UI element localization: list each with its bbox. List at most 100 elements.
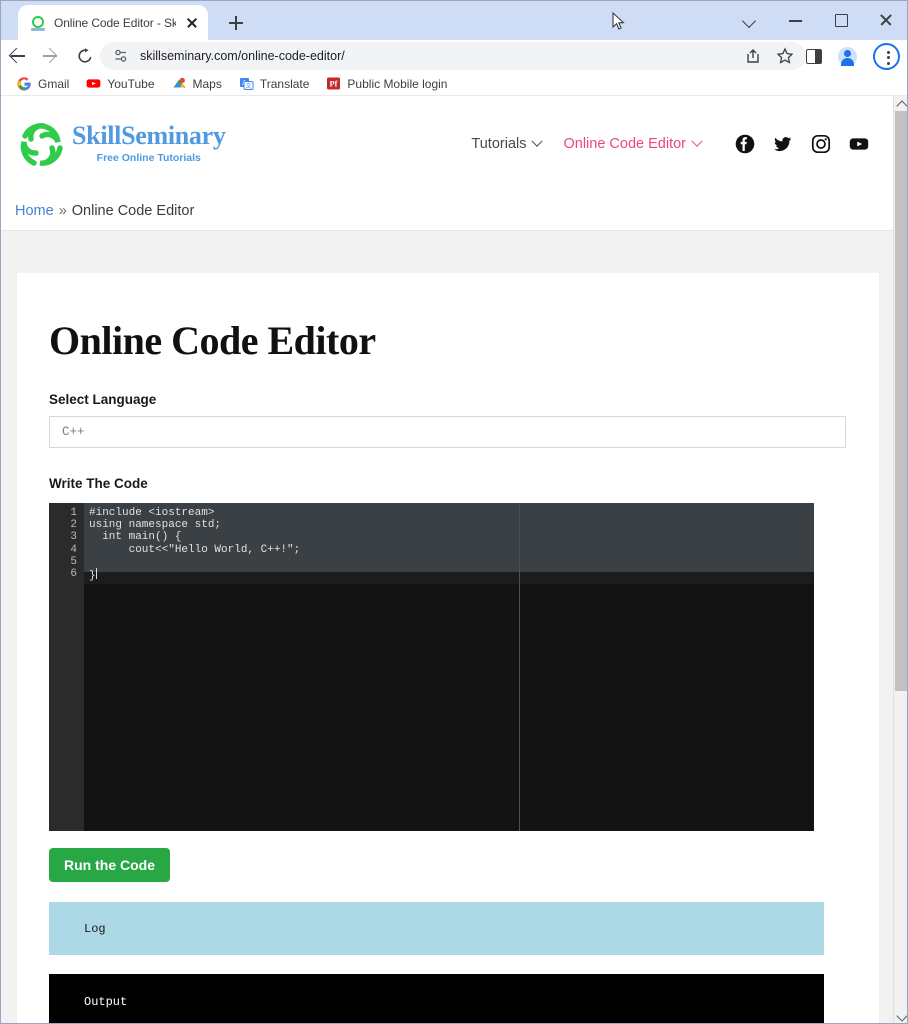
nav-item-tutorials[interactable]: Tutorials: [471, 136, 541, 152]
editor-line: 2using namespace std;: [49, 519, 814, 531]
gmail-icon: [17, 76, 32, 91]
log-text: Log: [84, 922, 106, 936]
page-scrollbar[interactable]: [893, 96, 908, 1024]
new-tab-button[interactable]: [222, 9, 250, 37]
side-panel-icon[interactable]: [806, 49, 822, 64]
breadcrumb: Home » Online Code Editor: [0, 191, 893, 231]
svg-text:Pf: Pf: [330, 80, 338, 89]
log-panel: Log: [49, 902, 824, 955]
nav-item-online-code-editor[interactable]: Online Code Editor: [563, 136, 701, 152]
forward-icon[interactable]: [34, 40, 68, 72]
bookmark-youtube[interactable]: YouTube: [79, 74, 161, 93]
youtube-icon: [86, 76, 101, 91]
browser-tab[interactable]: Online Code Editor - Skill Semin: [18, 5, 208, 40]
social-links: [735, 134, 869, 154]
bookmark-public-mobile[interactable]: Pf Public Mobile login: [319, 74, 454, 93]
nav-label: Online Code Editor: [563, 136, 686, 152]
close-icon[interactable]: [184, 15, 200, 31]
main-content-card: Online Code Editor Select Language C++ W…: [17, 273, 879, 1024]
skillseminary-favicon: [30, 15, 46, 31]
editor-line-code: cout<<"Hello World, C++!";: [84, 544, 300, 556]
editor-line-number: 1: [49, 507, 84, 519]
window-controls: [728, 0, 908, 40]
breadcrumb-home-link[interactable]: Home: [15, 203, 54, 219]
bookmark-label: Gmail: [38, 77, 69, 91]
breadcrumb-current: Online Code Editor: [72, 203, 195, 219]
editor-line-code: int main() {: [84, 531, 181, 543]
skillseminary-logo-icon: [18, 120, 66, 168]
bookmark-gmail[interactable]: Gmail: [10, 74, 76, 93]
maximize-icon[interactable]: [818, 0, 863, 40]
back-icon[interactable]: [0, 40, 34, 72]
tab-strip: Online Code Editor - Skill Semin: [0, 0, 908, 40]
site-navigation: Tutorials Online Code Editor: [471, 134, 893, 154]
editor-line-code: }: [84, 568, 97, 580]
chevron-down-icon: [691, 135, 702, 146]
instagram-icon[interactable]: [811, 134, 831, 154]
chevron-down-icon: [532, 135, 543, 146]
editor-line: 3 int main() {: [49, 531, 814, 543]
editor-lines: 1#include <iostream>2using namespace std…: [49, 507, 814, 580]
editor-line-number: 6: [49, 568, 84, 580]
bookmark-label: YouTube: [107, 77, 154, 91]
tab-title: Online Code Editor - Skill Semin: [54, 16, 176, 30]
bookmark-translate[interactable]: A 文 Translate: [232, 74, 317, 93]
write-code-label: Write The Code: [49, 476, 847, 491]
output-panel: Output: [49, 974, 824, 1024]
close-window-icon[interactable]: [863, 0, 908, 40]
translate-icon: A 文: [239, 76, 254, 91]
page-viewport: SkillSeminary Free Online Tutorials Tuto…: [0, 96, 908, 1024]
code-editor[interactable]: 1#include <iostream>2using namespace std…: [49, 503, 814, 831]
editor-line: 1#include <iostream>: [49, 507, 814, 519]
toolbar-right-actions: [806, 42, 900, 70]
site-header: SkillSeminary Free Online Tutorials Tuto…: [0, 96, 893, 191]
editor-line-number: 2: [49, 519, 84, 531]
mouse-cursor: [612, 12, 626, 37]
editor-line-number: 4: [49, 544, 84, 556]
page-title: Online Code Editor: [49, 317, 847, 364]
bookmark-label: Translate: [260, 77, 310, 91]
bookmark-label: Public Mobile login: [347, 77, 447, 91]
editor-line-code: [84, 556, 89, 568]
chevron-down-icon[interactable]: [728, 0, 773, 40]
share-icon[interactable]: [744, 47, 762, 65]
pf-icon: Pf: [326, 76, 341, 91]
select-language-label: Select Language: [49, 392, 847, 407]
profile-avatar[interactable]: [838, 47, 857, 66]
facebook-icon[interactable]: [735, 134, 755, 154]
minimize-icon[interactable]: [773, 0, 818, 40]
editor-caret: [96, 568, 97, 579]
bookmarks-bar: Gmail YouTube Maps: [0, 72, 908, 96]
url-text: skillseminary.com/online-code-editor/: [140, 49, 345, 63]
maps-icon: [172, 76, 187, 91]
tune-icon[interactable]: [112, 47, 130, 65]
scroll-down-arrow-icon[interactable]: [894, 1009, 908, 1024]
logo-tagline: Free Online Tutorials: [72, 153, 226, 164]
scroll-up-arrow-icon[interactable]: [894, 96, 908, 111]
language-select-value: C++: [62, 425, 85, 439]
twitter-icon[interactable]: [773, 134, 793, 154]
editor-line-number: 5: [49, 556, 84, 568]
editor-line: 6}: [49, 568, 814, 580]
language-select[interactable]: C++: [49, 416, 846, 448]
editor-line-code: #include <iostream>: [84, 507, 214, 519]
editor-line: 4 cout<<"Hello World, C++!";: [49, 544, 814, 556]
address-bar[interactable]: skillseminary.com/online-code-editor/: [100, 42, 806, 70]
bookmark-star-icon[interactable]: [776, 47, 794, 65]
reload-icon[interactable]: [68, 40, 102, 72]
editor-line-code: using namespace std;: [84, 519, 221, 531]
run-code-button[interactable]: Run the Code: [49, 848, 170, 882]
youtube-icon[interactable]: [849, 134, 869, 154]
svg-text:文: 文: [245, 82, 251, 90]
chrome-menu-icon[interactable]: [873, 43, 900, 70]
editor-line: 5: [49, 556, 814, 568]
nav-label: Tutorials: [471, 136, 526, 152]
logo-name: SkillSeminary: [72, 123, 226, 149]
scrollbar-thumb[interactable]: [895, 111, 908, 691]
breadcrumb-separator: »: [59, 203, 67, 219]
site-logo[interactable]: SkillSeminary Free Online Tutorials: [18, 120, 226, 168]
bookmark-label: Maps: [193, 77, 222, 91]
bookmark-maps[interactable]: Maps: [165, 74, 229, 93]
output-text: Output: [84, 995, 127, 1009]
browser-window: Online Code Editor - Skill Semin: [0, 0, 908, 1024]
